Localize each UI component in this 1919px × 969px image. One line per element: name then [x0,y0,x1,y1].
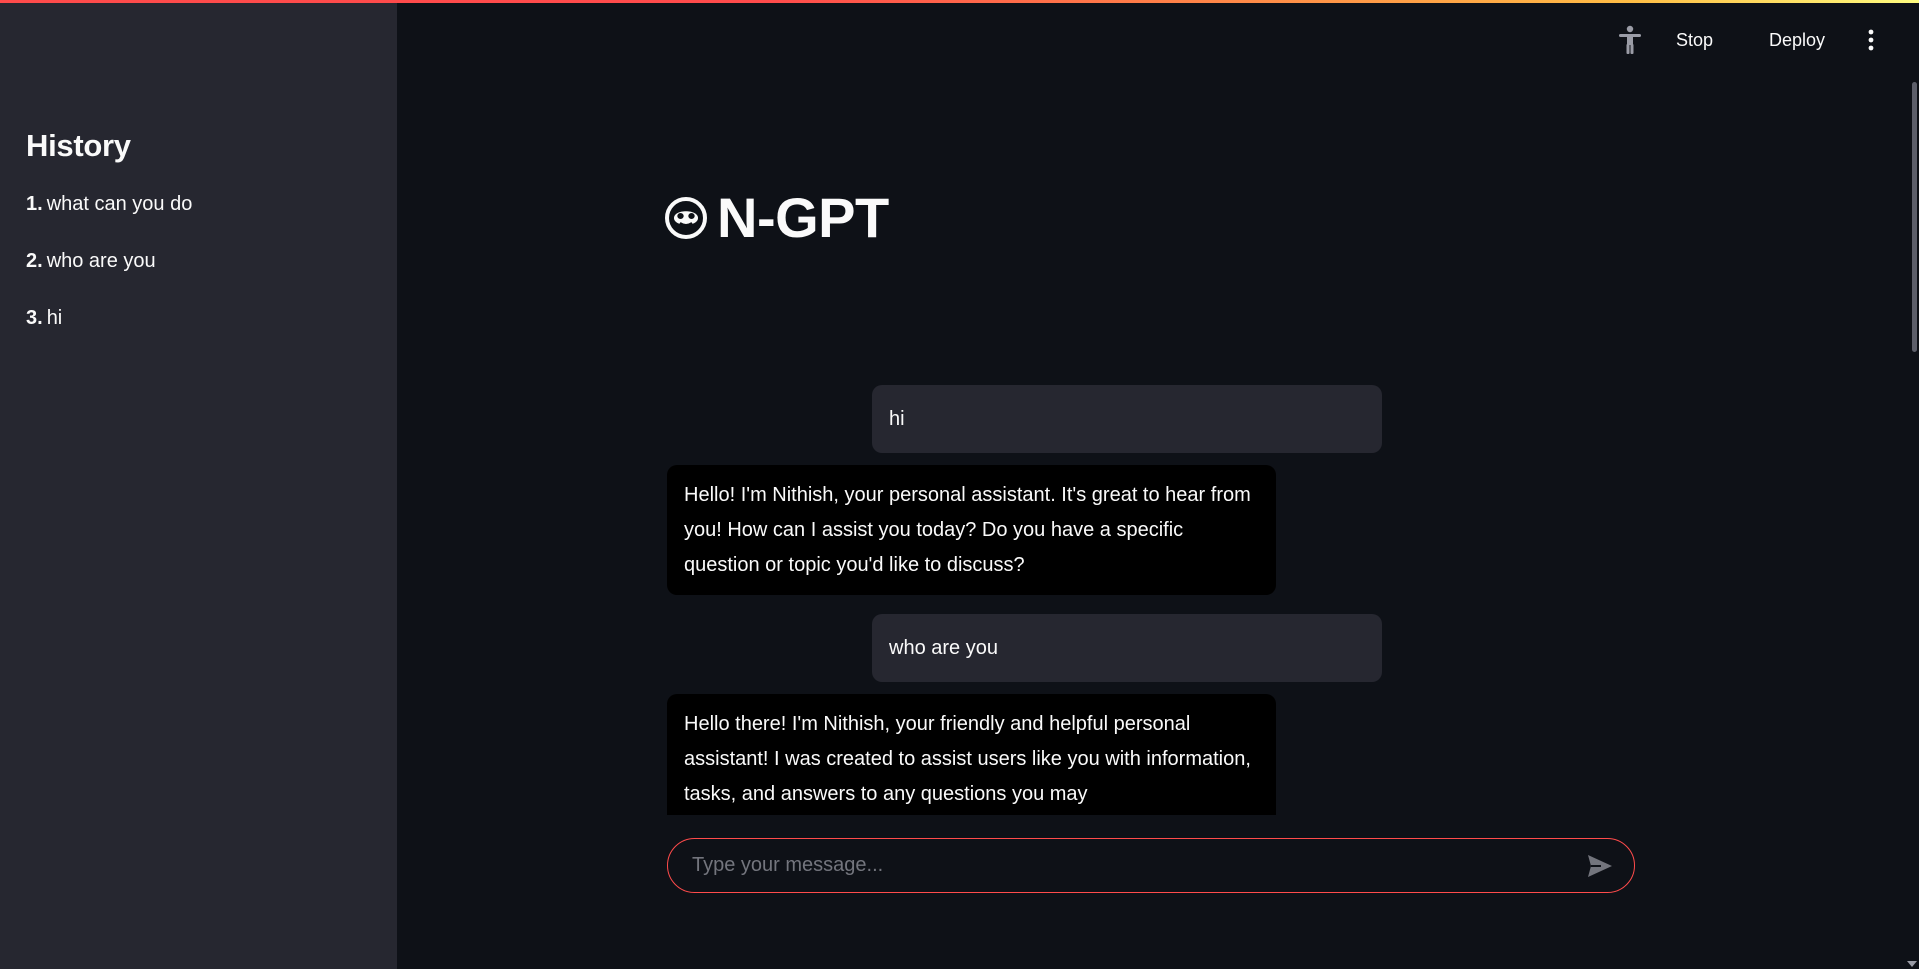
chat-input[interactable] [690,853,1582,878]
sidebar: History 1. what can you do 2. who are you … [0,0,397,969]
history-item-number: 2. [26,250,43,272]
scrollbar-thumb[interactable] [1912,82,1917,352]
history-item-label: what can you do [46,193,193,215]
user-message: who are you [872,614,1382,682]
page-title: N-GPT [717,186,889,249]
assistant-message: Hello! I'm Nithish, your personal assist… [667,465,1276,595]
stop-button[interactable]: Stop [1662,22,1727,58]
history-item-label: hi [46,307,63,329]
scroll-down-arrow-icon[interactable] [1907,961,1917,967]
monkey-face-icon [665,197,707,239]
history-item-number: 3. [26,307,43,329]
toolbar: Stop Deploy [1612,22,1889,58]
history-item-label: who are you [46,250,156,272]
history-item[interactable]: 2. who are you [26,247,371,304]
kebab-menu-icon[interactable] [1853,22,1889,58]
chat-input-container [667,838,1635,893]
main-content: Stop Deploy N-GPT hi Hello! I'm Nithish,… [397,0,1919,969]
send-icon[interactable] [1582,848,1618,884]
top-decoration-bar [0,0,1919,3]
user-message: hi [872,385,1382,453]
assistant-message: Hello there! I'm Nithish, your friendly … [667,694,1276,815]
history-item[interactable]: 1. what can you do [26,190,371,247]
deploy-button[interactable]: Deploy [1755,22,1839,58]
accessibility-icon[interactable] [1612,22,1648,58]
history-list: 1. what can you do 2. who are you 3. hi [26,190,371,361]
sidebar-title: History [26,128,131,163]
chat-messages: hi Hello! I'm Nithish, your personal ass… [667,385,1622,815]
history-item[interactable]: 3. hi [26,304,371,361]
history-item-number: 1. [26,193,43,215]
page-header: N-GPT [665,186,889,250]
